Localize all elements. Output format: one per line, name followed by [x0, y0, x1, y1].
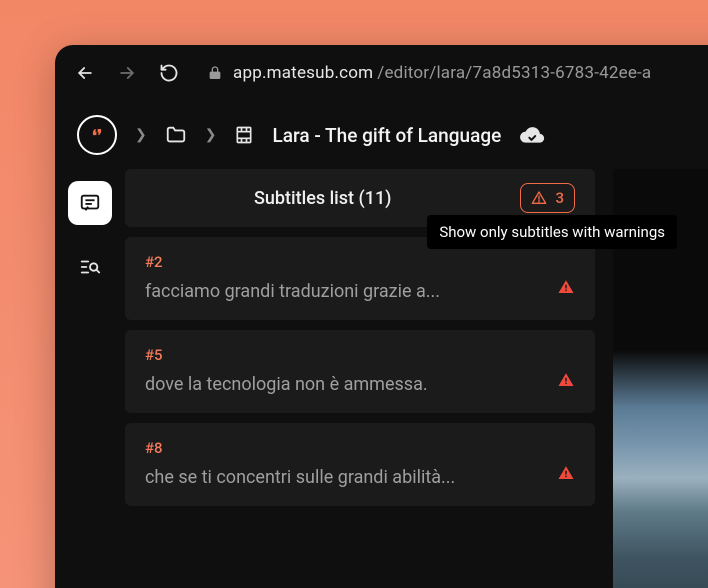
lock-icon [207, 65, 223, 81]
tooltip: Show only subtitles with warnings [427, 215, 677, 249]
panel-title: Subtitles list (11) [125, 188, 520, 209]
warnings-filter-button[interactable]: 3 [520, 183, 575, 213]
sidebar [55, 169, 125, 588]
chevron-right-icon: ❯ [135, 127, 147, 143]
project-title: Lara - The gift of Language [272, 124, 501, 147]
warning-icon [531, 190, 547, 206]
panel-header: Subtitles list (11) 3 Show only subtitle… [125, 169, 595, 227]
breadcrumb: ❛❜ ❯ ❯ Lara - The gift of Language [55, 101, 708, 169]
search-list-icon [79, 256, 101, 278]
warning-icon [557, 371, 575, 393]
sidebar-subtitles-button[interactable] [68, 181, 112, 225]
subtitle-number: #5 [145, 346, 575, 364]
subtitle-text: dove la tecnologia non è ammessa. [145, 374, 575, 395]
subtitle-text: facciamo grandi traduzioni grazie a... [145, 281, 575, 302]
forward-button[interactable] [109, 55, 145, 91]
warning-icon [557, 464, 575, 486]
warning-icon [557, 278, 575, 300]
subtitle-list-icon [79, 192, 101, 214]
chevron-right-icon: ❯ [205, 127, 217, 143]
sidebar-search-button[interactable] [68, 245, 112, 289]
warnings-count: 3 [555, 189, 564, 207]
reload-button[interactable] [151, 55, 187, 91]
app-logo[interactable]: ❛❜ [77, 115, 117, 155]
subtitle-item[interactable]: #2 facciamo grandi traduzioni grazie a..… [125, 237, 595, 320]
film-icon [234, 124, 254, 146]
address-bar[interactable]: app.matesub.com/editor/lara/7a8d5313-678… [201, 63, 651, 83]
cloud-sync-icon [519, 122, 545, 148]
subtitle-number: #8 [145, 439, 575, 457]
subtitle-number: #2 [145, 253, 575, 271]
folder-icon[interactable] [165, 124, 187, 146]
subtitles-panel: Subtitles list (11) 3 Show only subtitle… [125, 169, 595, 588]
url-host: app.matesub.com [233, 63, 373, 83]
app-window: app.matesub.com/editor/lara/7a8d5313-678… [55, 45, 708, 588]
subtitle-item[interactable]: #8 che se ti concentri sulle grandi abil… [125, 423, 595, 506]
back-button[interactable] [67, 55, 103, 91]
browser-chrome: app.matesub.com/editor/lara/7a8d5313-678… [55, 45, 708, 101]
subtitle-item[interactable]: #5 dove la tecnologia non è ammessa. [125, 330, 595, 413]
url-path: /editor/lara/7a8d5313-6783-42ee-a [377, 63, 651, 83]
subtitle-text: che se ti concentri sulle grandi abilità… [145, 467, 575, 488]
